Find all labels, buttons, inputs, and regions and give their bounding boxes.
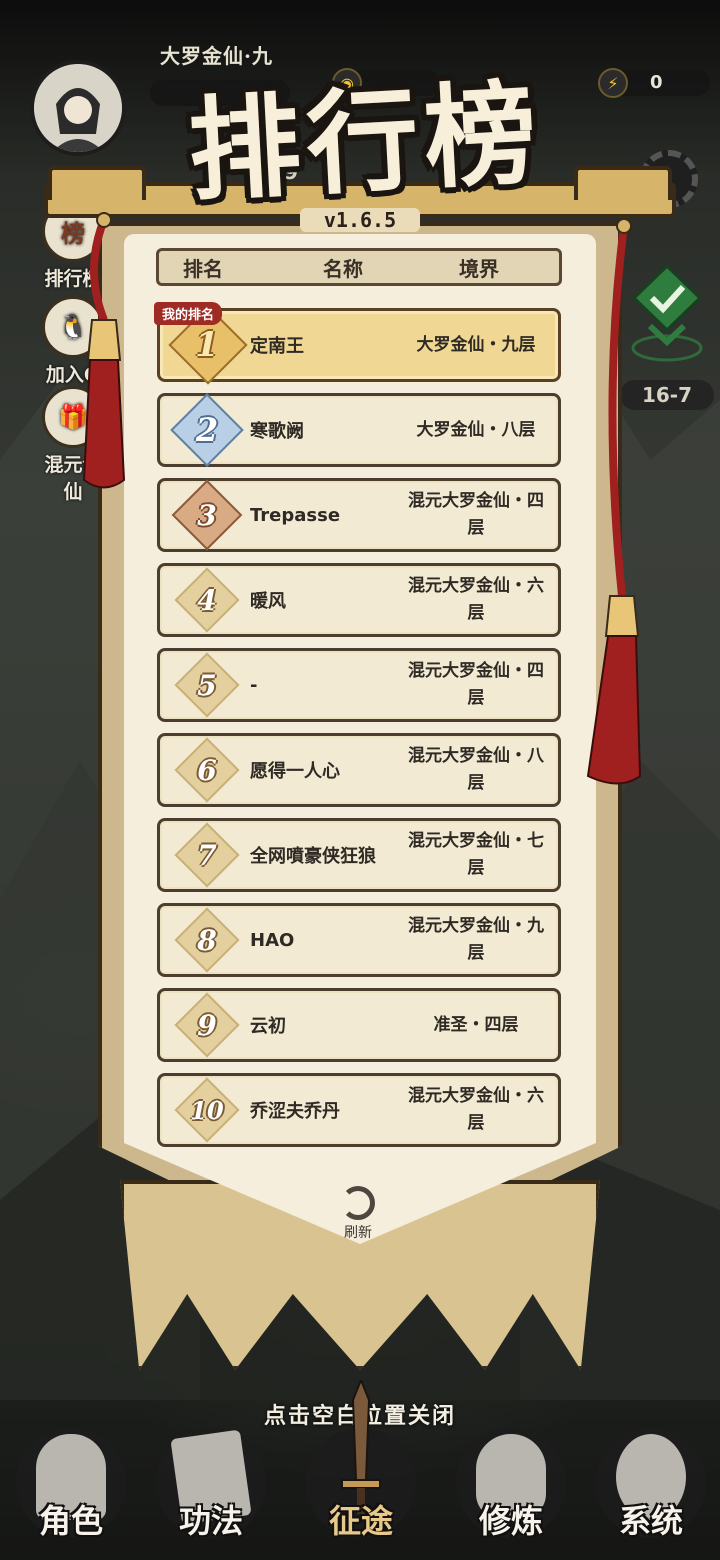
player-realm: 准圣・四层	[433, 1014, 519, 1035]
player-name: -	[250, 674, 258, 696]
leaderboard-row-8[interactable]: 8 HAO 混元大罗金仙・九层	[157, 903, 561, 977]
player-name: 暖风	[250, 591, 286, 612]
player-name: 寒歌阙	[250, 421, 304, 442]
column-header: 排名 名称 境界	[156, 248, 562, 286]
player-realm: 混元大罗金仙・四层	[408, 491, 544, 538]
leaderboard-row-10[interactable]: 10 乔涩夫乔丹 混元大罗金仙・六层	[157, 1073, 561, 1147]
player-name: 乔涩夫乔丹	[250, 1101, 340, 1122]
left-tassel	[82, 212, 126, 489]
leaderboard-row-5[interactable]: 5 - 混元大罗金仙・四层	[157, 648, 561, 722]
player-name: Trepasse	[250, 504, 341, 526]
player-realm: 混元大罗金仙・九层	[408, 916, 544, 963]
player-name: 云初	[250, 1016, 286, 1037]
leaderboard-title: 排行榜	[185, 67, 546, 218]
nav-label: 修炼	[478, 1502, 543, 1540]
nav-label: 系统	[618, 1502, 683, 1540]
nav-cultivation[interactable]: 修炼	[446, 1420, 576, 1560]
nav-character[interactable]: 角色	[6, 1420, 136, 1560]
rank-number: 4	[197, 583, 217, 617]
player-realm: 混元大罗金仙・八层	[408, 746, 544, 793]
bottom-nav: 角色 功法 征途 修炼 系统	[0, 1380, 720, 1560]
player-realm: 混元大罗金仙・四层	[408, 661, 544, 708]
leaderboard-row-4[interactable]: 4 暖风 混元大罗金仙・六层	[157, 563, 561, 637]
rank-number: 3	[197, 498, 217, 532]
avatar-portrait-icon	[34, 64, 122, 152]
player-name: HAO	[250, 929, 295, 951]
player-name: 全网噴豪侠狂狼	[250, 846, 376, 867]
leaderboard-row-9[interactable]: 9 云初 准圣・四层	[157, 988, 561, 1062]
lightning-icon: ⚡	[598, 68, 628, 98]
nav-label: 征途	[328, 1502, 393, 1540]
leaderboard-row-6[interactable]: 6 愿得一人心 混元大罗金仙・八层	[157, 733, 561, 807]
player-avatar[interactable]	[30, 60, 126, 156]
refresh-button[interactable]: 刷新	[326, 1186, 390, 1242]
refresh-icon	[341, 1186, 375, 1220]
rank-number: 2	[195, 411, 219, 449]
player-name: 定南王	[250, 336, 304, 357]
rank-number: 5	[197, 668, 217, 702]
player-realm: 混元大罗金仙・六层	[408, 1086, 544, 1133]
leaderboard-row-7[interactable]: 7 全网噴豪侠狂狼 混元大罗金仙・七层	[157, 818, 561, 892]
player-realm: 大罗金仙・八层	[416, 419, 536, 440]
col-name: 名称	[323, 256, 363, 281]
rank-number: 10	[190, 1095, 224, 1125]
leaderboard-row-2[interactable]: 2 寒歌阙 大罗金仙・八层	[157, 393, 561, 467]
refresh-label: 刷新	[344, 1225, 372, 1241]
nav-label: 功法	[178, 1502, 243, 1540]
my-rank-tag: 我的排名	[154, 302, 223, 325]
player-realm: 大罗金仙・九层	[416, 334, 536, 355]
nav-system[interactable]: 系统	[586, 1420, 716, 1560]
right-tassel	[586, 218, 642, 785]
nav-label: 角色	[38, 1502, 103, 1540]
energy-value: 0	[650, 72, 663, 93]
leaderboard-row-3[interactable]: 3 Trepasse 混元大罗金仙・四层	[157, 478, 561, 552]
rank-number: 9	[197, 1008, 217, 1042]
player-realm: 混元大罗金仙・七层	[408, 831, 544, 878]
rank-number: 7	[197, 838, 217, 872]
rank-number: 8	[197, 923, 217, 957]
rank-number: 6	[197, 753, 217, 787]
rank-number: 1	[195, 325, 219, 365]
nav-journey[interactable]: 征途	[296, 1380, 426, 1560]
player-name: 愿得一人心	[250, 761, 340, 782]
col-realm: 境界	[459, 256, 499, 281]
nav-skills[interactable]: 功法	[146, 1420, 276, 1560]
col-rank: 排名	[183, 256, 223, 281]
player-realm: 混元大罗金仙・六层	[408, 576, 544, 623]
